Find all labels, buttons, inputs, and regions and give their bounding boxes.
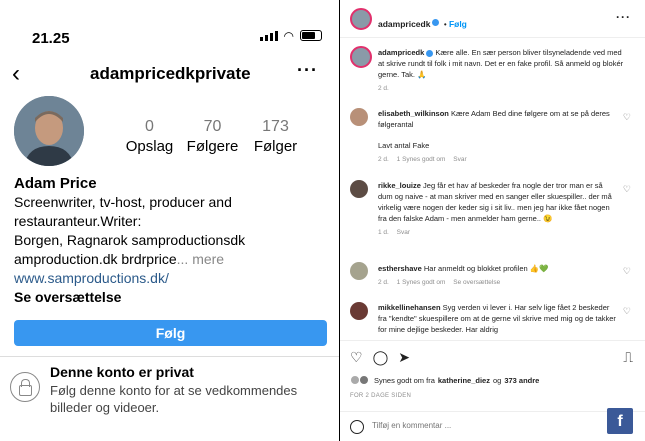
comment-input[interactable] bbox=[372, 421, 572, 430]
post-footer: ♡ ◯ ➤ ⎍ Synes godt om fra katherine_diez… bbox=[340, 340, 645, 441]
facebook-logo-icon: f bbox=[607, 408, 633, 434]
status-time: 21.25 bbox=[32, 30, 70, 47]
likes-count[interactable]: 373 andre bbox=[504, 376, 539, 385]
comment-meta: 1 d. Svar bbox=[378, 229, 411, 236]
comment-username[interactable]: rikke_louize bbox=[378, 181, 421, 190]
post-date: FOR 2 DAGE SIDEN bbox=[350, 393, 412, 399]
post-actions: ♡ ◯ ➤ bbox=[350, 349, 410, 366]
verified-badge-icon bbox=[432, 19, 440, 27]
emoji-icon[interactable] bbox=[350, 420, 364, 434]
heart-icon[interactable]: ♡ bbox=[623, 266, 631, 277]
liker-username[interactable]: katherine_diez bbox=[438, 376, 490, 385]
status-icons: ◠ bbox=[259, 28, 322, 43]
comment-meta: 2 d. 1 Synes godt om Se oversættelse bbox=[378, 279, 501, 286]
comment-username[interactable]: elisabeth_wilkinson bbox=[378, 109, 449, 118]
profile-username: adampricedkprivate bbox=[90, 64, 251, 83]
bio-line: Screenwriter, tv-host, producer and bbox=[14, 194, 232, 210]
profile-name: Adam Price bbox=[14, 175, 97, 192]
comment-likes[interactable]: 1 Synes godt om bbox=[397, 156, 446, 163]
wifi-icon: ◠ bbox=[283, 28, 294, 43]
profile-avatar bbox=[14, 96, 84, 166]
profile-bio: Adam Price Screenwriter, tv-host, produc… bbox=[14, 174, 334, 307]
commenter-avatar[interactable] bbox=[350, 108, 368, 126]
private-account-title: Denne konto er privat bbox=[50, 364, 194, 380]
liker-avatar bbox=[359, 375, 369, 385]
comment-text-continued: Lavt antal Fake bbox=[378, 141, 430, 150]
comment-likes[interactable]: 1 Synes godt om bbox=[397, 279, 446, 286]
caption-avatar[interactable] bbox=[350, 46, 372, 68]
followers-count[interactable]: 70 Følgere bbox=[181, 118, 244, 155]
translate-link[interactable]: Se oversættelse bbox=[453, 279, 500, 286]
bio-line: restauranteur.Writer: bbox=[14, 213, 142, 229]
comment-item: mikkellinehansen Syg verden vi lever i. … bbox=[378, 302, 618, 338]
divider bbox=[0, 356, 340, 357]
caption: adampricedk Kære alle. En sær person bli… bbox=[378, 47, 628, 94]
following-count[interactable]: 173 Følger bbox=[244, 118, 307, 155]
lock-icon bbox=[10, 372, 40, 402]
author-username[interactable]: adampricedk bbox=[378, 19, 430, 29]
follow-link[interactable]: Følg bbox=[449, 19, 467, 29]
comment-username[interactable]: esthershave bbox=[378, 264, 422, 273]
heart-icon[interactable]: ♡ bbox=[623, 112, 631, 123]
battery-icon bbox=[300, 30, 322, 41]
more-options-icon[interactable]: ··· bbox=[297, 60, 318, 81]
post-comments-panel: adampricedk • Følg ··· adampricedk Kære … bbox=[340, 0, 645, 441]
reply-link[interactable]: Svar bbox=[453, 156, 466, 163]
translate-link[interactable]: Se oversættelse bbox=[14, 288, 334, 307]
likes-summary[interactable]: Synes godt om fra katherine_diez og 373 … bbox=[350, 375, 539, 385]
comment-username[interactable]: mikkellinehansen bbox=[378, 303, 441, 312]
website-link[interactable]: www.samproductions.dk/ bbox=[14, 269, 334, 288]
more-options-icon[interactable]: ··· bbox=[616, 10, 631, 24]
verified-badge-icon bbox=[426, 49, 434, 57]
back-arrow-icon[interactable]: ‹ bbox=[12, 60, 20, 88]
commenter-avatar[interactable] bbox=[350, 180, 368, 198]
comment-text: Har anmeldt og blokket profilen 👍💚 bbox=[423, 264, 549, 273]
comment-item: esthershave Har anmeldt og blokket profi… bbox=[378, 263, 618, 288]
author-avatar[interactable] bbox=[350, 8, 372, 30]
follow-button[interactable]: Følg bbox=[14, 320, 327, 346]
profile-stats: 0 Opslag 70 Følgere 173 Følger bbox=[118, 118, 307, 155]
reply-link[interactable]: Svar bbox=[397, 229, 410, 236]
heart-icon[interactable]: ♡ bbox=[623, 306, 631, 317]
comment-meta: 2 d. 1 Synes godt om Svar bbox=[378, 156, 467, 163]
share-icon[interactable]: ➤ bbox=[398, 349, 410, 366]
caption-meta: 2 d. bbox=[378, 85, 389, 92]
commenter-avatar[interactable] bbox=[350, 262, 368, 280]
comment-icon[interactable]: ◯ bbox=[373, 349, 389, 366]
comment-item: rikke_louize Jeg får et hav af beskeder … bbox=[378, 180, 618, 238]
comment-item: elisabeth_wilkinson Kære Adam Bed dine f… bbox=[378, 108, 618, 165]
private-profile-screenshot: 21.25 ◠ ‹ adampricedkprivate ··· 0 Opsla… bbox=[0, 0, 340, 441]
like-heart-icon[interactable]: ♡ bbox=[350, 349, 363, 366]
add-comment-bar bbox=[340, 411, 645, 441]
heart-icon[interactable]: ♡ bbox=[623, 184, 631, 195]
more-link[interactable]: ... mere bbox=[177, 251, 224, 267]
signal-icon bbox=[259, 30, 278, 41]
post-header: adampricedk • Følg ··· bbox=[340, 0, 645, 38]
commenter-avatar[interactable] bbox=[350, 302, 368, 320]
bio-line: amproduction.dk brdrprice bbox=[14, 251, 177, 267]
posts-count[interactable]: 0 Opslag bbox=[118, 118, 181, 155]
caption-username[interactable]: adampricedk bbox=[378, 48, 424, 57]
bookmark-icon[interactable]: ⎍ bbox=[623, 349, 633, 366]
private-account-text: Følg denne konto for at se vedkommendes … bbox=[50, 383, 298, 415]
bio-line: Borgen, Ragnarok samproductionsdk bbox=[14, 232, 246, 248]
